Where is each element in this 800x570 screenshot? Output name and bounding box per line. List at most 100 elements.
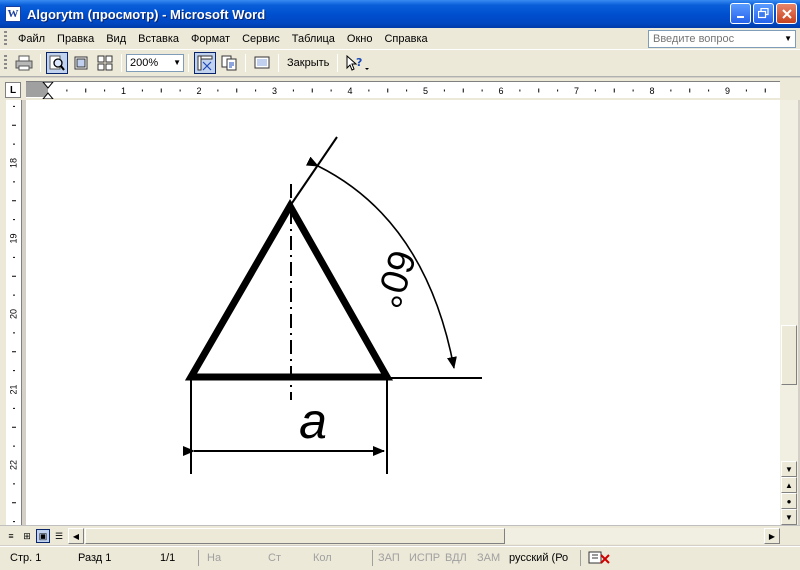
arrow-down-icon: ▼ [785, 464, 793, 474]
ruler-number: 8 [649, 86, 654, 96]
status-trk[interactable]: ИСПР [409, 552, 440, 564]
double-down-icon: ▼ [785, 512, 793, 522]
multiple-pages-button[interactable] [94, 52, 116, 74]
menu-tools[interactable]: Сервис [236, 30, 286, 48]
select-browse-object-button[interactable]: ● [781, 493, 797, 509]
toolbar-separator [337, 54, 339, 72]
status-divider [580, 550, 581, 566]
normal-view-icon: ≡ [8, 531, 14, 541]
view-ruler-button[interactable] [194, 52, 216, 74]
circle-icon: ● [786, 496, 792, 506]
menu-file[interactable]: Файл [12, 30, 51, 48]
document-page[interactable]: 60° a [26, 100, 780, 525]
web-view-button[interactable]: ⊞ [20, 529, 34, 543]
menu-table[interactable]: Таблица [286, 30, 341, 48]
horizontal-scroll-row: ≡ ⊞ ▣ ☰ ◀ ▶ [0, 525, 800, 545]
status-at: На [207, 552, 222, 564]
status-section: Разд 1 [78, 552, 112, 564]
menu-insert[interactable]: Вставка [132, 30, 185, 48]
scroll-right-button[interactable]: ▶ [764, 528, 780, 544]
ask-question-box[interactable]: ▼ [648, 30, 796, 48]
angle-label: 60° [366, 245, 424, 313]
one-page-button[interactable] [70, 52, 92, 74]
print-layout-button[interactable]: ▣ [36, 529, 50, 543]
status-bar: Стр. 1 Разд 1 1/1 На Ст Кол ЗАП ИСПР ВДЛ… [0, 546, 800, 570]
vertical-scrollbar[interactable]: ▼ ▲ ● ▼ [780, 100, 798, 525]
indent-marker[interactable] [42, 82, 54, 99]
restore-button[interactable] [753, 3, 774, 24]
scroll-left-button[interactable]: ◀ [68, 528, 84, 544]
double-up-icon: ▲ [785, 480, 793, 490]
magnifier-icon [49, 55, 65, 71]
toolbar-separator [121, 54, 122, 72]
full-screen-icon [254, 56, 270, 69]
status-divider [198, 550, 199, 566]
magnifier-button[interactable] [46, 52, 68, 74]
shrink-to-fit-button[interactable] [218, 52, 240, 74]
web-view-icon: ⊞ [23, 530, 31, 541]
status-pages: 1/1 [160, 552, 176, 564]
chevron-down-icon[interactable]: ▼ [173, 58, 181, 67]
status-ext[interactable]: ВДЛ [445, 552, 467, 564]
horizontal-scroll-thumb[interactable] [85, 528, 505, 544]
normal-view-button[interactable]: ≡ [4, 529, 18, 543]
context-help-icon: ? [346, 54, 370, 71]
ruler-number: 7 [574, 86, 579, 96]
print-layout-icon: ▣ [38, 530, 48, 541]
outline-view-icon: ☰ [54, 530, 64, 541]
scroll-down-button[interactable]: ▼ [781, 461, 797, 477]
equilateral-triangle [184, 198, 394, 381]
close-window-button[interactable] [776, 3, 797, 24]
toolbar-grip[interactable] [4, 55, 7, 71]
context-help-button[interactable]: ? [343, 52, 373, 74]
vertical-scroll-thumb[interactable] [781, 325, 797, 385]
horizontal-scrollbar[interactable]: ◀ ▶ [68, 528, 780, 544]
next-page-button[interactable]: ▼ [781, 509, 797, 525]
previous-page-button[interactable]: ▲ [781, 477, 797, 493]
minimize-button[interactable] [730, 3, 751, 24]
chevron-down-icon[interactable]: ▼ [784, 34, 792, 43]
status-language[interactable]: русский (Ро [509, 552, 568, 564]
menu-format[interactable]: Формат [185, 30, 236, 48]
svg-text:?: ? [356, 56, 362, 69]
spelling-status-icon[interactable] [588, 550, 612, 569]
menu-window[interactable]: Окно [341, 30, 379, 48]
full-screen-button[interactable] [251, 52, 273, 74]
restore-icon [758, 8, 769, 19]
ruler-number: 9 [725, 86, 730, 96]
arrow-left-icon: ◀ [72, 531, 80, 541]
print-icon [15, 55, 33, 71]
outline-view-button[interactable]: ☰ [52, 529, 66, 543]
vertical-ruler-ticks: 18 19 20 21 22 [8, 105, 18, 523]
status-ovr[interactable]: ЗАМ [477, 552, 500, 564]
menu-help[interactable]: Справка [378, 30, 433, 48]
toolbar-separator [245, 54, 246, 72]
toolbar-separator [188, 54, 189, 72]
menu-edit[interactable]: Правка [51, 30, 100, 48]
multiple-pages-icon [97, 55, 113, 71]
vruler-number: 20 [8, 309, 18, 319]
tab-selector[interactable]: L [5, 82, 21, 98]
zoom-dropdown[interactable]: 200% ▼ [126, 54, 184, 72]
one-page-icon [74, 56, 88, 70]
window-title: Algorytm (просмотр) - Microsoft Word [27, 6, 266, 22]
toolbar-separator [40, 54, 41, 72]
horizontal-ruler-area: L 1 2 3 4 5 6 7 8 9 [0, 78, 800, 100]
horizontal-ruler[interactable]: 1 2 3 4 5 6 7 8 9 [26, 81, 780, 99]
ruler-number: 4 [347, 86, 352, 96]
ask-question-input[interactable] [653, 33, 778, 45]
menu-view[interactable]: Вид [100, 30, 132, 48]
toolbar-separator [278, 54, 279, 72]
status-divider [372, 550, 373, 566]
vruler-number: 21 [8, 384, 18, 394]
status-rec[interactable]: ЗАП [378, 552, 400, 564]
ruler-number: 1 [121, 86, 126, 96]
word-app-icon[interactable]: W [5, 6, 21, 22]
print-button[interactable] [13, 52, 35, 74]
menu-bar: Файл Правка Вид Вставка Формат Сервис Та… [0, 28, 800, 50]
vertical-ruler[interactable]: 18 19 20 21 22 [6, 100, 22, 525]
menu-grip[interactable] [4, 30, 7, 47]
side-length-label: a [299, 393, 327, 449]
zoom-value: 200% [130, 57, 159, 69]
close-preview-button[interactable]: Закрыть [283, 57, 333, 69]
